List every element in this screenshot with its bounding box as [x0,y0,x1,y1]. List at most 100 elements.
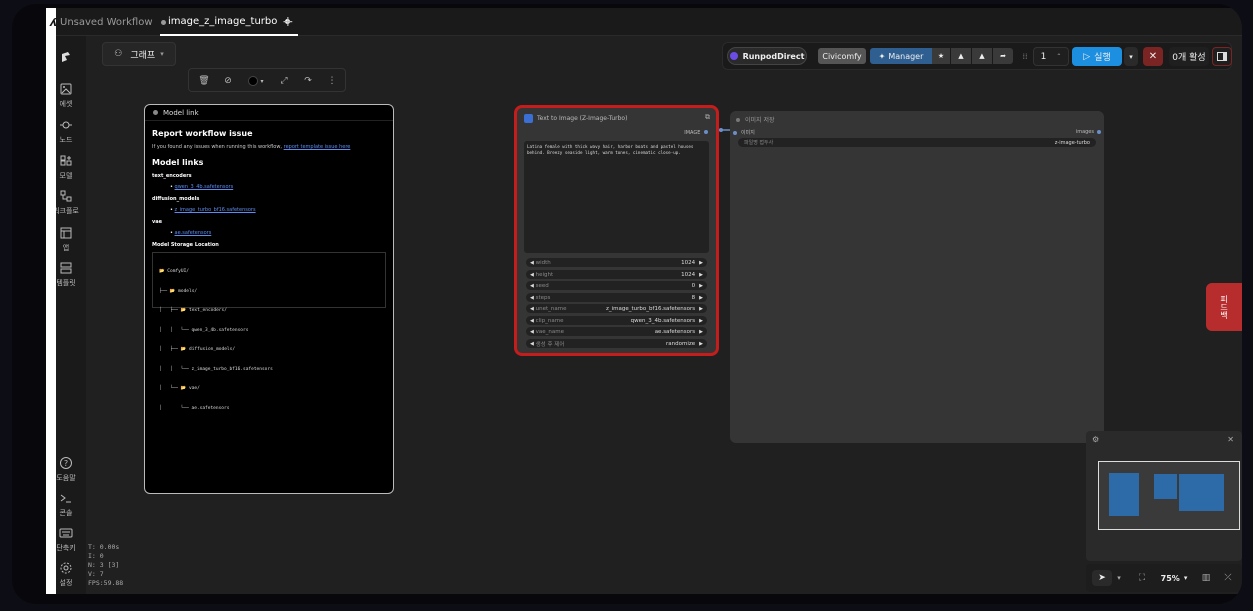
decrement-icon[interactable]: ◀ [530,283,534,289]
output-slot-icon[interactable] [1097,130,1101,134]
save-image-node[interactable]: 이미지 저장 이미지 images 파일명 접두사 z-image-turbo [730,111,1104,443]
height-widget[interactable]: ◀ height 1024 ▶ [526,270,707,279]
input-slot-icon[interactable] [733,130,737,135]
tree-line: │ ├── 📂 diffusion_models/ [159,347,236,352]
minimap-node [1154,474,1177,499]
runpod-direct-button[interactable]: RunpodDirect [727,47,807,65]
minimap-panel[interactable]: ⚙ ✕ [1086,431,1242,561]
select-tool-button[interactable]: ➤ [1092,570,1112,586]
civicomfy-button[interactable]: Civicomfy [818,48,866,64]
gear-icon [59,561,73,575]
feedback-label: 피드백 [1219,295,1229,319]
sidebar-item-label: 노드 [59,136,73,144]
node-title: Text to Image (Z-Image-Turbo) [537,115,628,122]
fit-selection-icon[interactable]: ⤢ [277,74,291,88]
settings-sliders-icon[interactable]: ⚙ [1092,435,1099,444]
diffusion-link[interactable]: z_image_turbo_bf16.safetensors [175,207,256,213]
comfy-logo-icon [59,50,73,64]
decrement-icon[interactable]: ◀ [530,306,534,312]
run-button[interactable]: ▷ 실행 [1072,47,1122,66]
sidebar-item-label: 도움말 [56,474,76,482]
prompt-textarea[interactable]: Latina female with thick wavy hair, harb… [524,141,709,253]
width-widget[interactable]: ◀ width 1024 ▶ [526,258,707,267]
increment-icon[interactable]: ▶ [699,318,703,324]
unet-name-widget[interactable]: ◀ unet_name z_image_turbo_bf16.safetensor… [526,304,707,313]
increment-icon[interactable]: ▶ [699,341,703,347]
images-output-slot[interactable]: images [1076,129,1101,135]
puzzle-icon: ✦ [878,51,886,61]
increment-icon[interactable]: ▶ [699,283,703,289]
redo-icon[interactable]: ↷ [301,74,315,88]
tab-unsaved-workflow[interactable]: Unsaved Workflow [52,8,174,36]
clip-name-widget[interactable]: ◀ clip_name qwen_3_4b.safetensors ▶ [526,316,707,325]
collapse-dot-icon[interactable] [153,110,158,115]
manager-button[interactable]: ✦ Manager [870,48,932,64]
model-link-node[interactable]: Model link Report workflow issue If you … [144,104,394,494]
widget-label: seed [535,282,549,289]
decrement-icon[interactable]: ◀ [530,329,534,335]
bypass-icon[interactable]: ⊘ [221,74,235,88]
more-options-icon[interactable]: ⋮ [325,74,339,88]
play-icon: ▷ [1083,51,1091,62]
graph-icon: ⚇ [114,49,123,59]
active-jobs-button[interactable]: 0개 활성 [1169,47,1209,66]
minimap-toggle-icon[interactable]: ▥ [1198,570,1214,586]
increment-icon[interactable]: ▶ [699,260,703,266]
delete-icon[interactable]: 🗑 [197,74,211,88]
text-to-image-node[interactable]: Text to Image (Z-Image-Turbo) ⧉ IMAGE La… [514,105,719,356]
increment-icon[interactable]: ▶ [699,329,703,335]
expand-icon[interactable]: ⧉ [705,113,710,122]
template-icon [59,261,73,275]
increment-icon[interactable]: ▶ [699,306,703,312]
triangle-icon: ▲ [958,52,964,60]
model-button-1[interactable]: ▲ [951,48,971,64]
fit-view-icon[interactable]: ⛶ [1134,570,1150,586]
node-title: 이미지 저장 [745,117,775,124]
chevron-down-icon: ▾ [260,77,264,85]
storage-tree: 📂 ComfyUI/ ├── 📂 models/ │ ├── 📂 text_en… [152,252,386,411]
color-picker-button[interactable]: ▾ [244,74,268,88]
run-options-button[interactable]: ▾ [1124,47,1138,66]
minimap-viewport[interactable] [1098,461,1240,530]
node-header[interactable]: Text to Image (Z-Image-Turbo) [524,114,627,123]
decrement-icon[interactable]: ◀ [530,272,534,278]
vae-name-widget[interactable]: ◀ vae_name ae.safetensors ▶ [526,327,707,336]
tree-line: │ ├── 📂 text_encoders/ [159,308,227,313]
share-button[interactable]: ➦ [993,48,1013,64]
seed-widget[interactable]: ◀ seed 0 ▶ [526,281,707,290]
decrement-icon[interactable]: ◀ [530,318,534,324]
vae-link[interactable]: ae.safetensors [175,230,212,236]
tab-label: image_z_image_turbo [168,15,278,27]
increment-icon[interactable]: ▶ [699,272,703,278]
cancel-run-button[interactable]: ✕ [1143,47,1163,66]
graph-menu-button[interactable]: ⚇ 그래프 ▾ [102,42,176,66]
widget-value: ae.safetensors [654,328,696,335]
close-icon[interactable]: ✕ [1227,435,1234,444]
drag-handle-icon[interactable]: ⁞⁞ [1021,50,1029,62]
node-header[interactable]: Model link [145,105,393,121]
decrement-icon[interactable]: ◀ [530,260,534,266]
text-encoders-link[interactable]: qwen_3_4b.safetensors [175,184,234,190]
report-issue-link[interactable]: report template issue here [284,144,351,150]
decrement-icon[interactable]: ◀ [530,295,534,301]
decrement-icon[interactable]: ◀ [530,341,534,347]
steps-widget[interactable]: ◀ steps 8 ▶ [526,293,707,302]
collapse-dot-icon[interactable] [736,117,740,122]
star-button[interactable]: ★ [932,48,950,64]
link-visibility-icon[interactable]: ⤫ [1220,570,1236,586]
chevron-down-icon[interactable]: ▾ [1114,570,1124,586]
model-button-2[interactable]: ▲ [972,48,992,64]
zoom-level-button[interactable]: 75% ▾ [1154,570,1194,586]
node-header[interactable]: 이미지 저장 [736,115,775,124]
increment-icon[interactable]: ▶ [699,295,703,301]
image-input-slot[interactable]: 이미지 [733,129,755,136]
control-after-generate-widget[interactable]: ◀ 생성 후 제어 randomize ▶ [526,339,707,348]
feedback-tab[interactable]: 피드백 [1206,283,1242,331]
workflow-icon [59,189,73,203]
filename-prefix-widget[interactable]: 파일명 접두사 z-image-turbo [738,138,1096,147]
toggle-panel-button[interactable] [1212,47,1232,66]
queue-count-input[interactable]: 1 ⌃ [1033,47,1069,66]
report-heading: Report workflow issue [152,129,253,138]
output-slot-icon[interactable] [704,130,708,134]
new-tab-button[interactable]: + [274,8,302,36]
